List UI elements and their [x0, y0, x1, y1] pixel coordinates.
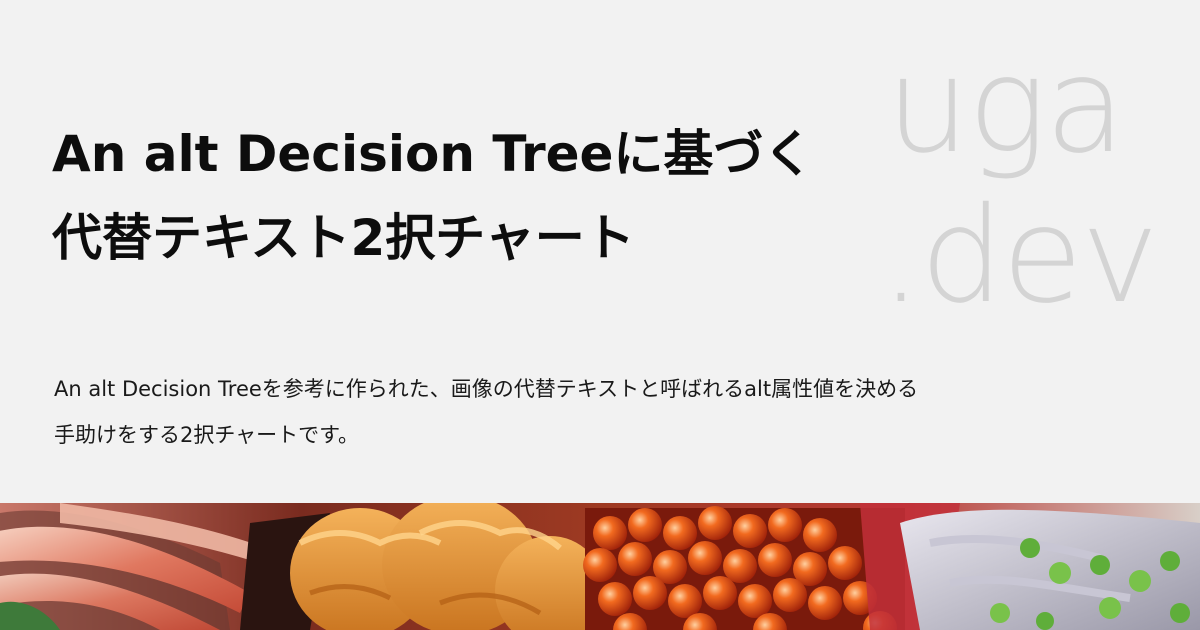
shrimp-with-scallion [900, 509, 1200, 630]
site-logo-watermark: uga .dev [880, 29, 1180, 333]
description-line-1: An alt Decision Treeを参考に作られた、画像の代替テキストと呼… [54, 377, 919, 401]
logo-line-2: .dev [880, 179, 1159, 333]
og-card: uga .dev An alt Decision Treeに基づく 代替テキスト… [0, 0, 1200, 630]
sushi-photo-illustration [0, 503, 1200, 630]
page-title: An alt Decision Treeに基づく 代替テキスト2択チャート [52, 112, 892, 280]
ikura [583, 506, 905, 630]
sushi-photo [0, 503, 1200, 630]
logo-line-1: uga [886, 29, 1126, 183]
page-description: An alt Decision Treeを参考に作られた、画像の代替テキストと呼… [54, 366, 1054, 458]
description-line-2: 手助けをする2択チャートです。 [54, 423, 360, 447]
title-line-1: An alt Decision Treeに基づく [52, 125, 814, 183]
title-line-2: 代替テキスト2択チャート [52, 209, 635, 267]
